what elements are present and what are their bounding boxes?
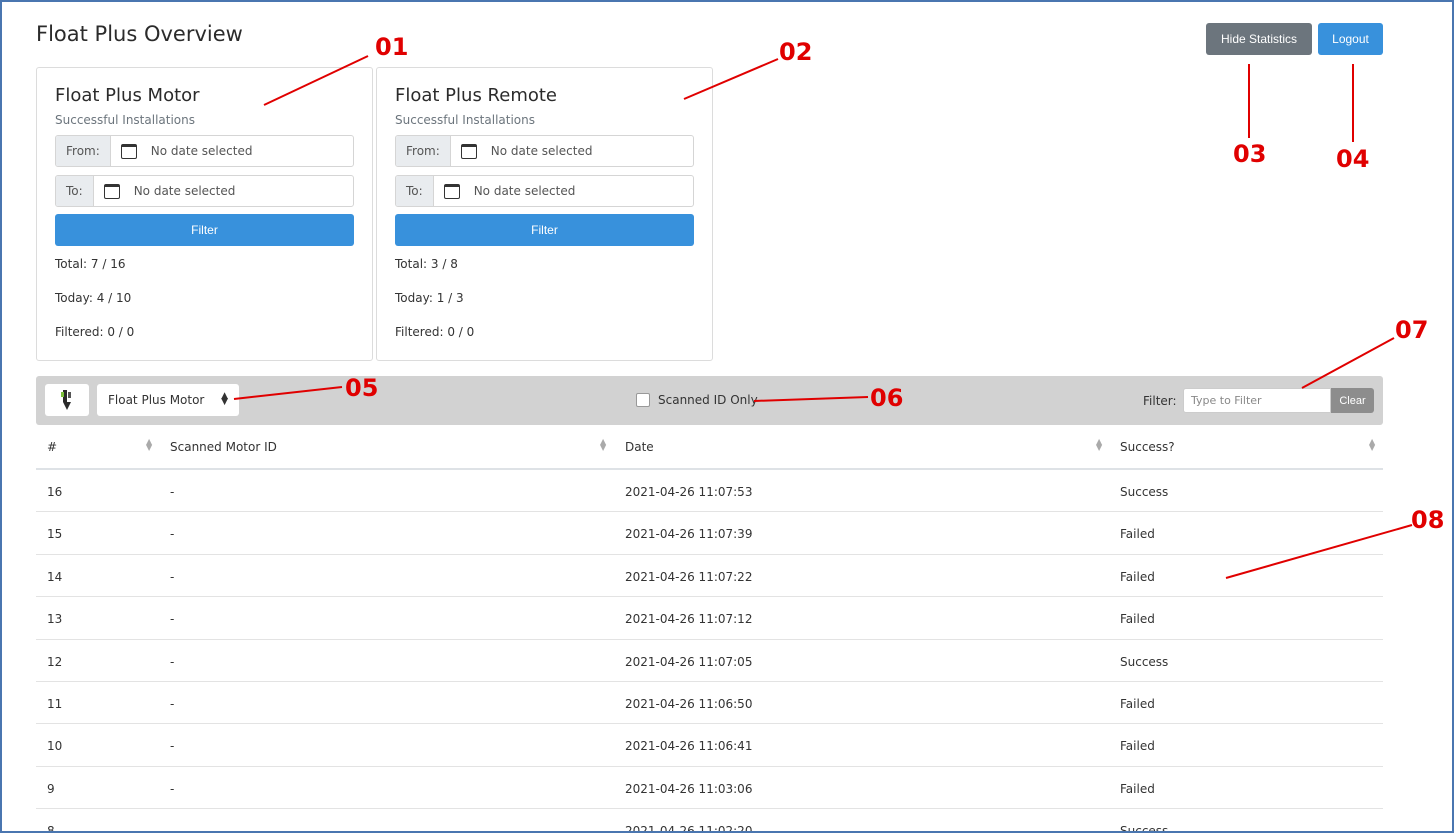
screenshot-frame: Float Plus Overview Hide Statistics Logo…: [0, 0, 1454, 833]
annotation-label: 04: [1336, 145, 1370, 173]
annotation-label: 05: [345, 374, 379, 402]
annotation-label: 03: [1233, 140, 1267, 168]
annotation-label: 02: [779, 38, 813, 66]
annotation-label: 06: [870, 384, 904, 412]
annotation-label: 07: [1395, 316, 1429, 344]
annotation-label: 01: [375, 33, 409, 61]
annotation-label: 08: [1411, 506, 1445, 534]
annotation-lines: [233, 55, 1413, 579]
